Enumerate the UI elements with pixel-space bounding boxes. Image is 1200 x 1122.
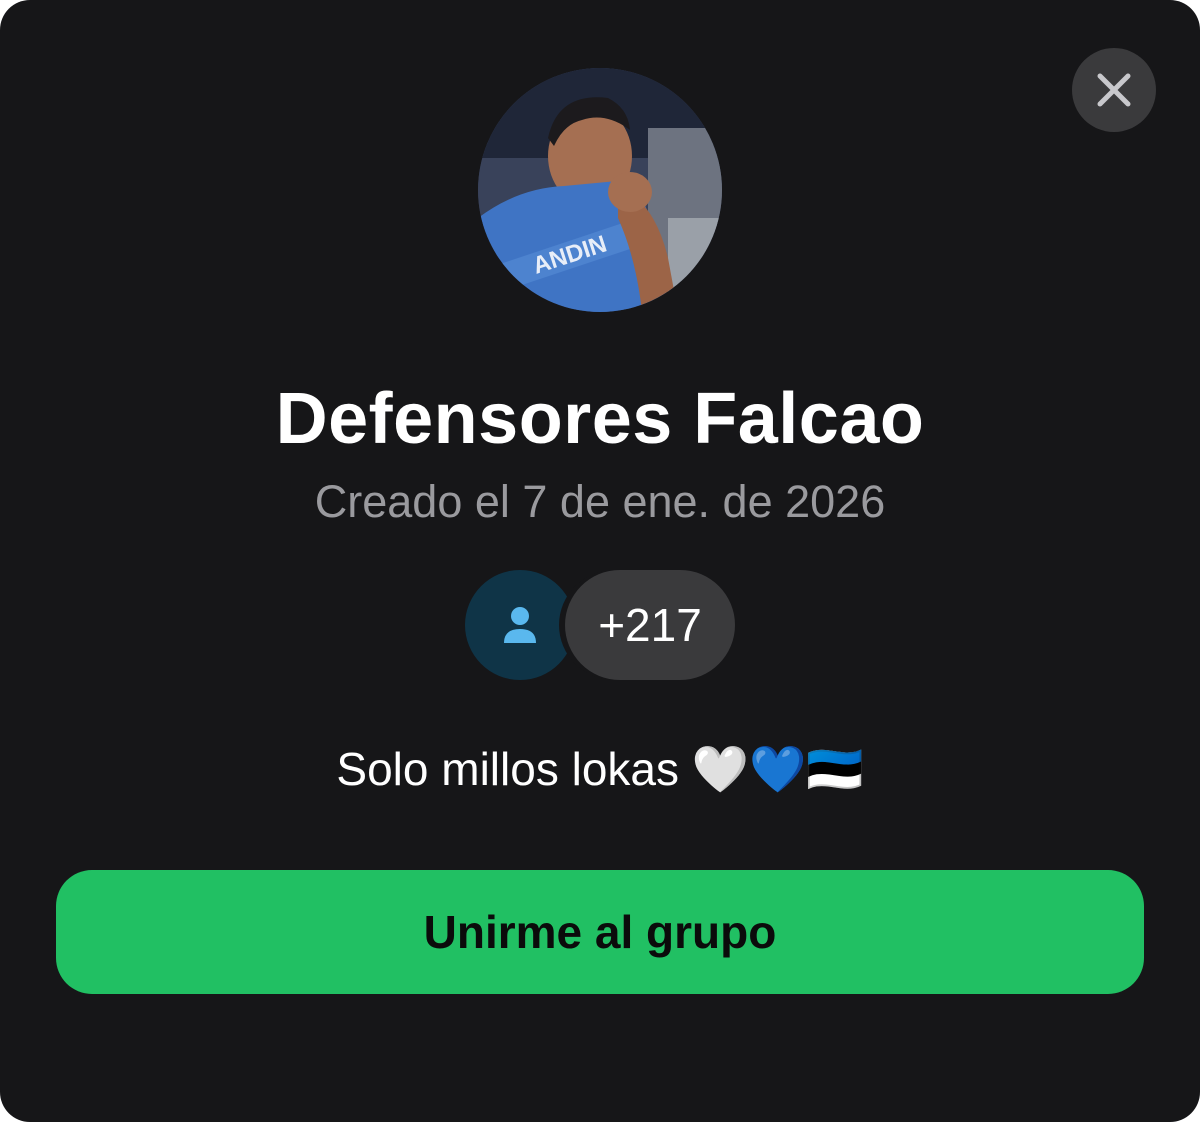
created-date: Creado el 7 de ene. de 2026 — [314, 476, 886, 527]
group-photo: ANDIN — [478, 68, 722, 312]
group-invite-sheet: ANDIN Defensores Falcao Creado el 7 de e… — [0, 0, 1200, 1122]
close-button[interactable] — [1072, 48, 1156, 132]
members-summary[interactable]: +217 — [465, 570, 737, 682]
group-avatar[interactable]: ANDIN — [478, 68, 722, 312]
member-count-badge: +217 — [565, 570, 735, 680]
member-avatar — [465, 570, 575, 680]
group-description: Solo millos lokas 🤍💙🇪🇪 — [336, 743, 864, 795]
person-icon — [504, 607, 536, 643]
group-title: Defensores Falcao — [275, 379, 925, 459]
join-group-button[interactable]: Unirme al grupo — [56, 870, 1144, 994]
close-icon — [1097, 73, 1131, 107]
